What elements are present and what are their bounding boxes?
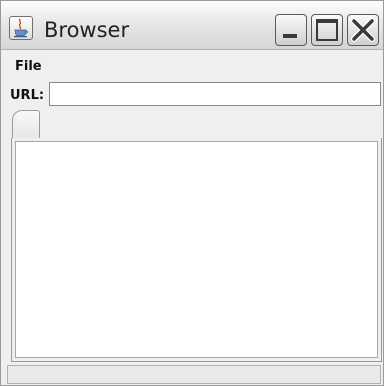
- menu-file[interactable]: File: [15, 59, 42, 74]
- url-label: URL:: [10, 88, 45, 103]
- close-icon: [351, 18, 375, 42]
- java-cup-icon[interactable]: [9, 16, 33, 40]
- tab-1[interactable]: [12, 110, 40, 140]
- minimize-button[interactable]: [275, 14, 307, 46]
- minimize-icon: [283, 34, 297, 38]
- window-title: Browser: [44, 18, 130, 42]
- menu-bar: File: [1, 50, 383, 78]
- maximize-icon: [316, 19, 338, 41]
- maximize-button[interactable]: [311, 14, 343, 46]
- browser-window: Browser File URL:: [0, 0, 384, 386]
- url-input[interactable]: [49, 82, 381, 106]
- browser-content-area[interactable]: [15, 141, 378, 358]
- title-bar[interactable]: Browser: [1, 1, 383, 50]
- close-button[interactable]: [347, 14, 379, 46]
- status-bar: [7, 365, 381, 384]
